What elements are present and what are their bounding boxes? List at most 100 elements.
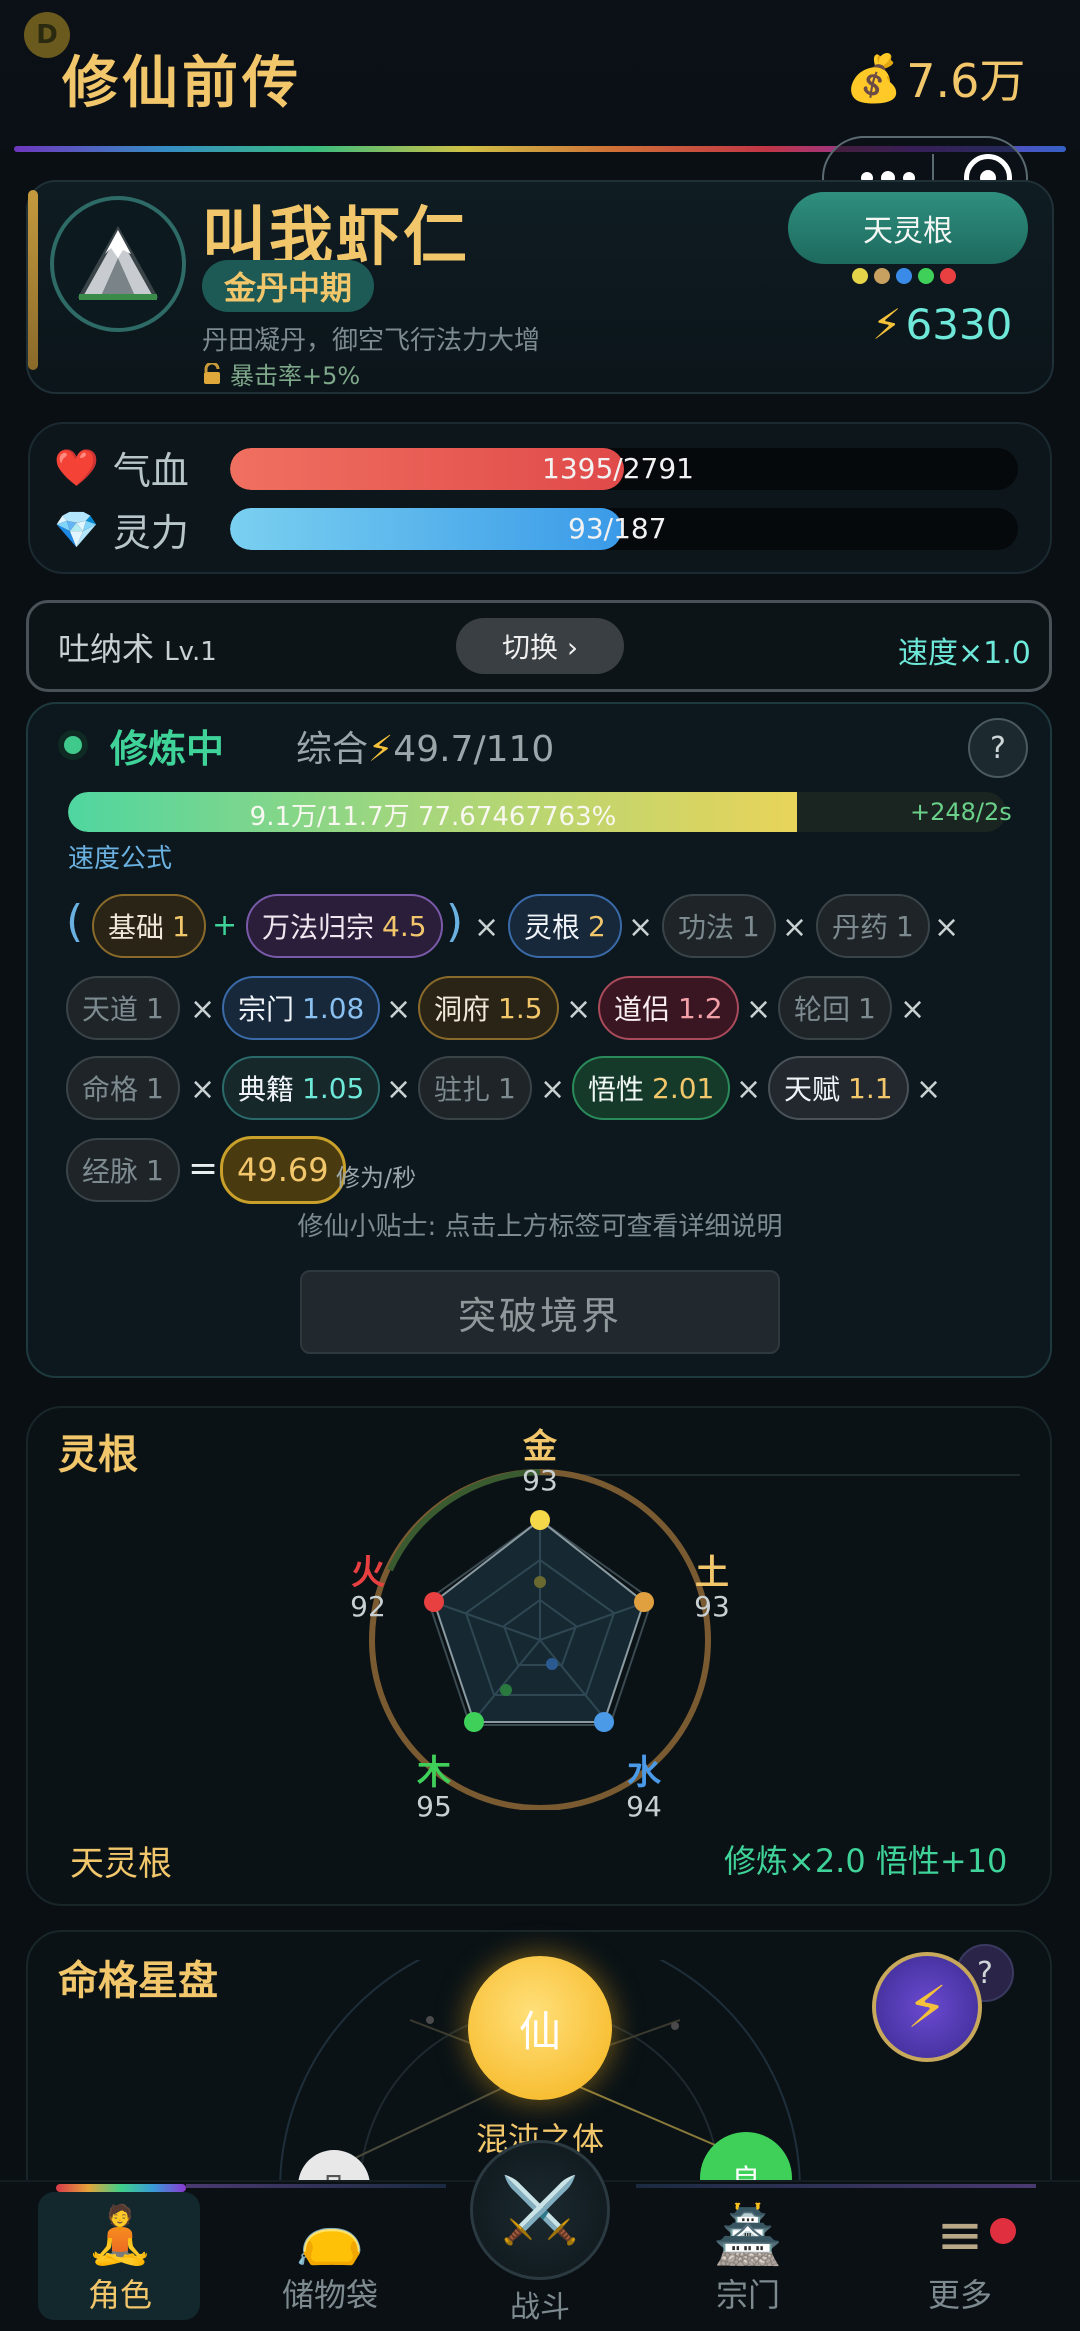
breakthrough-button[interactable]: 突破境界 [300, 1270, 780, 1354]
result-unit: 修为/秒 [336, 1164, 417, 1192]
wood-point [464, 1712, 484, 1732]
storage-bag-icon: 👝 [295, 2203, 365, 2268]
mountain-icon [77, 225, 159, 300]
factor-tianfu[interactable]: 天赋 1.1 [768, 1056, 909, 1120]
element-water[interactable]: 水 94 [612, 1755, 676, 1821]
factor-lunhui[interactable]: 轮回 1 [778, 976, 892, 1040]
nav-label: 战斗 [510, 2290, 570, 2325]
realm-description: 丹田凝丹，御空飞行法力大增 [202, 326, 541, 356]
factor-jingmai[interactable]: 经脉 1 [66, 1138, 180, 1202]
factor-wuxing[interactable]: 悟性 2.01 [572, 1056, 731, 1120]
factor-dianji[interactable]: 典籍 1.05 [222, 1056, 381, 1120]
mp-bar-fill [230, 508, 622, 550]
nav-label: 储物袋 [281, 2276, 378, 2314]
fate-center-node[interactable]: 仙 [468, 1956, 612, 2100]
factor-zhuzha[interactable]: 驻扎 1 [418, 1056, 532, 1120]
spirit-root-tag[interactable]: 天灵根 [788, 192, 1028, 264]
root-dot [874, 268, 890, 284]
hp-text: 1395/2791 [542, 452, 694, 485]
root-type-label: 天灵根 [70, 1844, 172, 1884]
combined-rate: 综合⚡49.7/110 [296, 720, 554, 772]
nav-item-battle[interactable]: ⚔️ [470, 2140, 610, 2280]
nav-item-character[interactable]: 🧘 角色 [40, 2194, 200, 2322]
technique-level: Lv.1 [164, 637, 217, 667]
factor-zongmen[interactable]: 宗门 1.08 [222, 976, 381, 1040]
technique-label: 吐纳术 Lv.1 [58, 624, 217, 670]
diamond-icon: 💎 [54, 509, 99, 551]
element-earth[interactable]: 土 93 [680, 1555, 744, 1621]
fate-title: 命格星盘 [58, 1958, 218, 2004]
notification-dot [990, 2218, 1016, 2244]
hp-current: 1395 [542, 452, 614, 485]
factor-linggen[interactable]: 灵根 2 [508, 894, 622, 958]
times-sign: × [628, 910, 654, 945]
realm-bonus: 暴击率+5% [202, 356, 360, 391]
heart-icon: ❤️ [54, 447, 99, 489]
times-sign: × [386, 992, 412, 1027]
times-sign: × [934, 910, 960, 945]
profile-accent-bar [28, 190, 38, 370]
element-wood[interactable]: 木 95 [402, 1755, 466, 1821]
nav-item-storage[interactable]: 👝 储物袋 [250, 2194, 410, 2322]
factor-gongfa[interactable]: 功法 1 [662, 894, 776, 958]
element-metal[interactable]: 金 93 [508, 1429, 572, 1495]
root-bonus-label: 修炼×2.0 悟性+10 [724, 1842, 1008, 1880]
tip-text: 修仙小贴士: 点击上方标签可查看详细说明 [297, 1212, 783, 1242]
combat-power: ⚡ 6330 [872, 300, 1012, 349]
root-dot [940, 268, 956, 284]
factor-daolv[interactable]: 道侣 1.2 [598, 976, 739, 1040]
lightning-action-button[interactable]: ⚡ [872, 1952, 982, 2062]
factor-dongfu[interactable]: 洞府 1.5 [418, 976, 559, 1040]
close-paren: ) [446, 896, 464, 947]
water-point [594, 1712, 614, 1732]
avatar[interactable] [50, 196, 186, 332]
open-paren: ( [66, 896, 84, 947]
technique-name: 吐纳术 [58, 630, 155, 668]
help-button[interactable]: ? [968, 718, 1028, 778]
hp-max: /2791 [613, 452, 694, 485]
times-sign: × [782, 910, 808, 945]
lightning-icon: ⚡ [872, 300, 902, 349]
factor-tiandao[interactable]: 天道 1 [66, 976, 180, 1040]
nav-item-sect[interactable]: 🏯 宗门 [668, 2194, 828, 2322]
bonus-text: 暴击率+5% [230, 362, 361, 390]
nav-item-more[interactable]: ≡ 更多 [880, 2194, 1040, 2322]
progress-text: 9.1万/11.7万 77.67467763% [249, 802, 617, 832]
mp-row: 💎 灵力 [54, 502, 189, 557]
times-sign: × [916, 1072, 942, 1107]
factor-wanfa[interactable]: 万法归宗 4.5 [246, 894, 443, 958]
times-sign: × [190, 1072, 216, 1107]
hp-label: 气血 [112, 449, 189, 493]
factor-base[interactable]: 基础 1 [92, 894, 206, 958]
root-dot [852, 268, 868, 284]
times-sign: × [474, 910, 500, 945]
temple-icon: 🏯 [713, 2203, 783, 2268]
factor-mingge[interactable]: 命格 1 [66, 1056, 180, 1120]
lightning-icon: ⚡ [906, 1973, 948, 2041]
money-bag-icon: 💰 [845, 50, 903, 105]
nav-line [636, 2184, 1036, 2188]
money-amount: 7.6万 [906, 54, 1026, 108]
metal-point [530, 1510, 550, 1530]
factor-danyao[interactable]: 丹药 1 [816, 894, 930, 958]
combo-value: 49.7/110 [393, 729, 555, 770]
times-sign: × [900, 992, 926, 1027]
realm-badge[interactable]: 金丹中期 [202, 260, 375, 312]
meditating-figure-icon: 🧘 [85, 2203, 155, 2268]
money-display[interactable]: 💰 7.6万 [845, 45, 1025, 111]
app-title: 修仙前传 [62, 51, 302, 116]
nav-label: 更多 [927, 2276, 992, 2314]
element-fire[interactable]: 火 92 [336, 1555, 400, 1621]
formula-label: 速度公式 [68, 844, 173, 874]
speed-result[interactable]: 49.69 [220, 1136, 346, 1204]
switch-technique-button[interactable]: 切换 › [456, 618, 624, 674]
mp-label: 灵力 [112, 511, 189, 555]
nav-label: 宗门 [715, 2276, 780, 2314]
mp-text: 93/187 [568, 512, 667, 545]
times-sign: × [540, 1072, 566, 1107]
nav-label: 角色 [87, 2276, 152, 2314]
times-sign: × [190, 992, 216, 1027]
mp-max: /187 [603, 512, 667, 545]
root-dot [918, 268, 934, 284]
times-sign: × [746, 992, 772, 1027]
